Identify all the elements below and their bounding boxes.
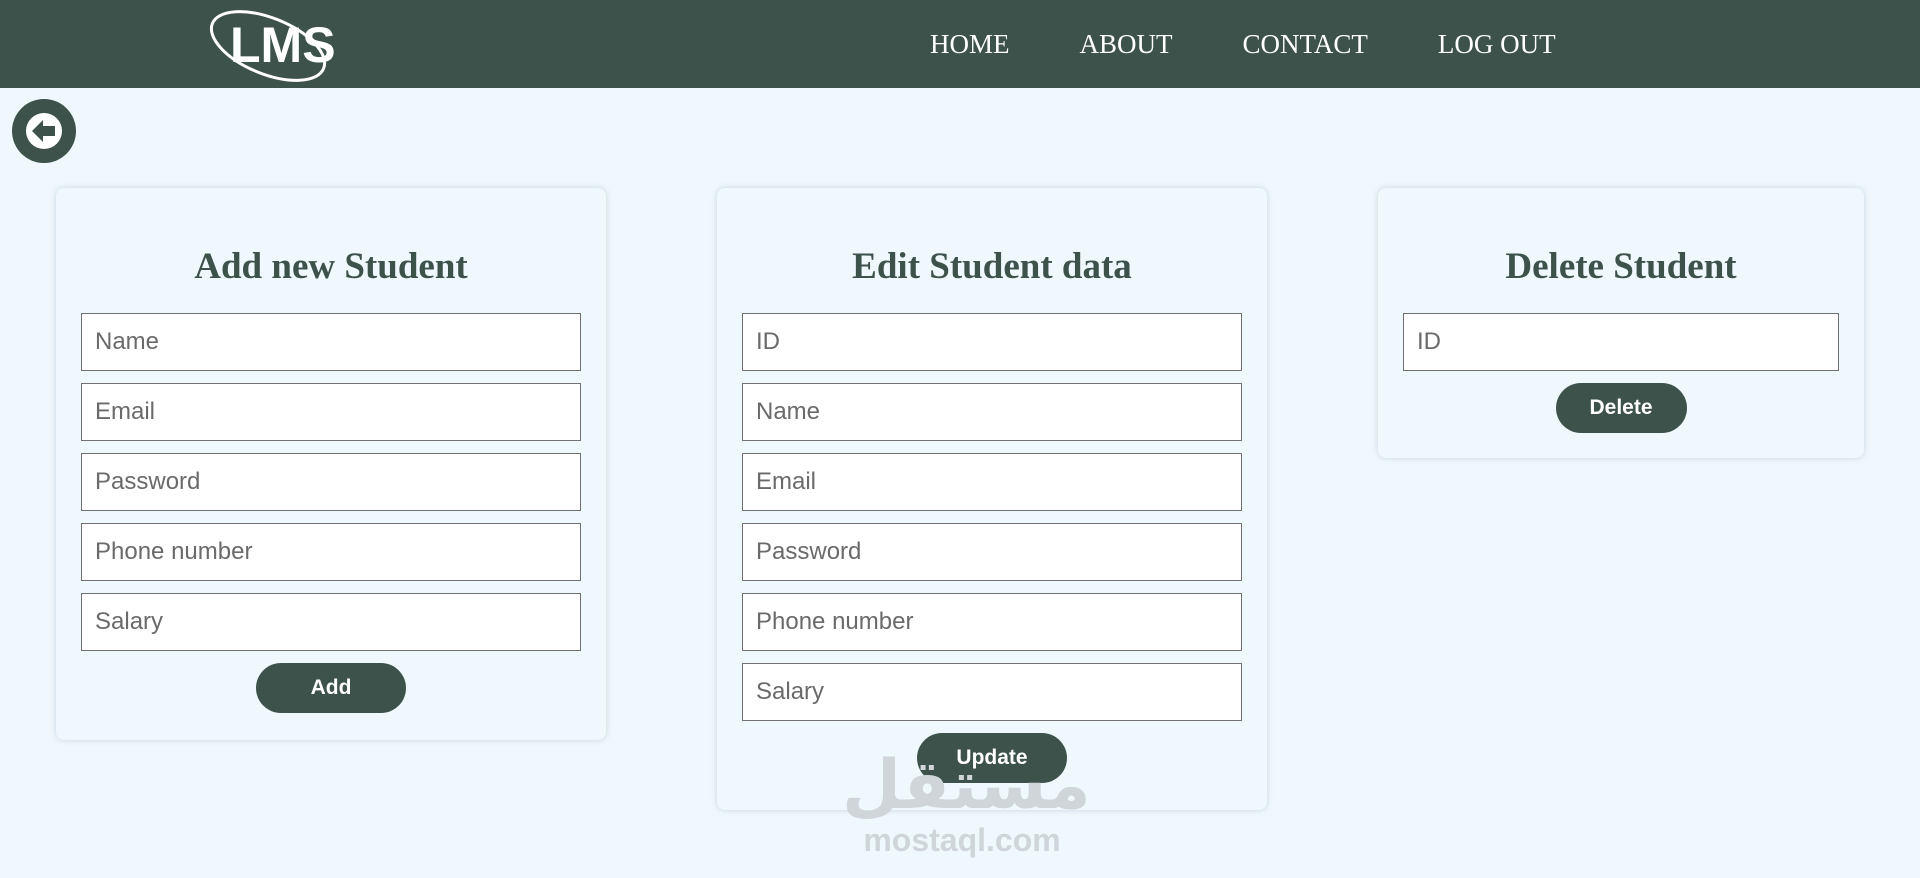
- delete-student-title: Delete Student: [1505, 246, 1737, 287]
- add-student-card: Add new Student Add: [56, 188, 606, 740]
- edit-password-input[interactable]: [742, 523, 1242, 581]
- edit-student-card: Edit Student data Update: [717, 188, 1267, 810]
- logo-text: LMS: [230, 17, 336, 73]
- add-student-title: Add new Student: [194, 246, 468, 287]
- name-input[interactable]: [81, 313, 581, 371]
- salary-input[interactable]: [81, 593, 581, 651]
- edit-phone-number-input[interactable]: [742, 593, 1242, 651]
- add-button[interactable]: Add: [256, 663, 406, 713]
- update-button[interactable]: Update: [917, 733, 1067, 783]
- top-navbar: LMS HOME ABOUT CONTACT LOG OUT: [0, 0, 1920, 88]
- delete-student-card: Delete Student Delete: [1378, 188, 1864, 458]
- phone-number-input[interactable]: [81, 523, 581, 581]
- delete-id-input[interactable]: [1403, 313, 1839, 371]
- nav-about[interactable]: ABOUT: [1080, 29, 1173, 60]
- password-input[interactable]: [81, 453, 581, 511]
- edit-salary-input[interactable]: [742, 663, 1242, 721]
- edit-name-input[interactable]: [742, 383, 1242, 441]
- nav-logout[interactable]: LOG OUT: [1438, 29, 1556, 60]
- edit-email-input[interactable]: [742, 453, 1242, 511]
- arrow-left-icon: [26, 113, 62, 149]
- back-button[interactable]: [12, 99, 76, 163]
- lms-logo[interactable]: LMS: [206, 0, 336, 88]
- email-input[interactable]: [81, 383, 581, 441]
- watermark-latin: mostaql.com: [863, 822, 1061, 858]
- delete-button[interactable]: Delete: [1555, 383, 1687, 433]
- edit-id-input[interactable]: [742, 313, 1242, 371]
- nav-contact[interactable]: CONTACT: [1243, 29, 1368, 60]
- nav-home[interactable]: HOME: [930, 29, 1010, 60]
- edit-student-title: Edit Student data: [852, 246, 1132, 287]
- main-nav: HOME ABOUT CONTACT LOG OUT: [930, 0, 1626, 88]
